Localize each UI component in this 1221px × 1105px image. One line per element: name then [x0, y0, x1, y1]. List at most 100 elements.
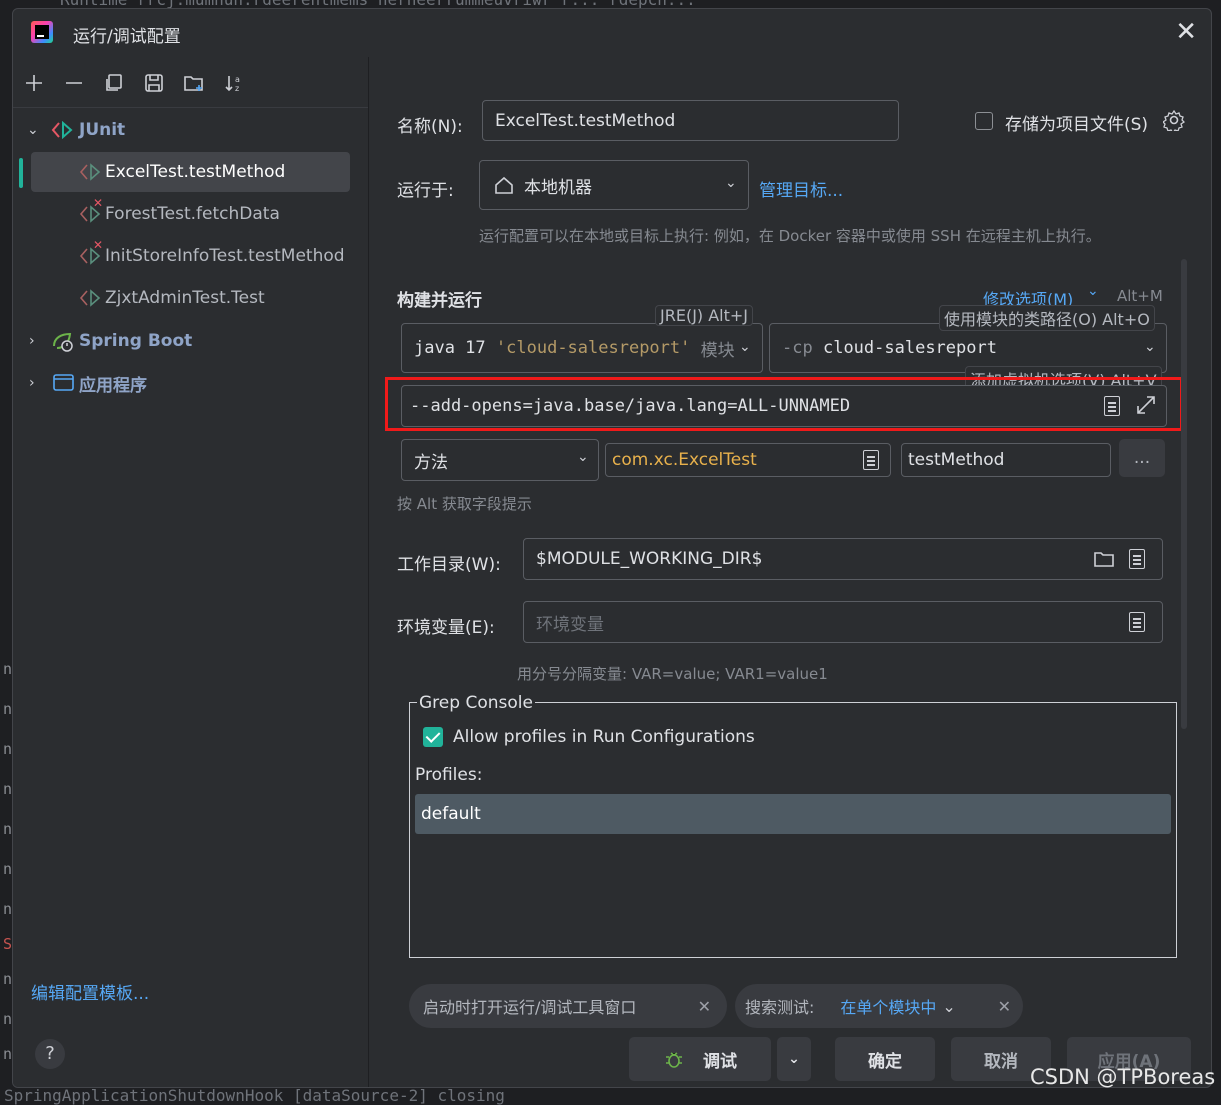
- search-tests-chip[interactable]: 搜索测试: 在单个模块中 ⌄ ✕: [735, 984, 1023, 1028]
- macros-icon[interactable]: [1129, 549, 1145, 569]
- chevron-down-icon[interactable]: ⌄: [942, 997, 955, 1016]
- classpath-value: cloud-salesreport: [822, 338, 997, 358]
- intellij-app-icon: [31, 21, 53, 43]
- test-class-input[interactable]: com.xc.ExcelTest: [605, 443, 891, 477]
- test-method-input[interactable]: testMethod: [901, 443, 1111, 477]
- modify-options-shortcut: Alt+M: [1117, 287, 1163, 305]
- background-code-bottom: SpringApplicationShutdownHook [dataSourc…: [4, 1086, 505, 1105]
- ok-button[interactable]: 确定: [835, 1037, 935, 1081]
- chevron-right-icon[interactable]: ›: [29, 375, 35, 391]
- spring-boot-icon: [53, 332, 73, 352]
- search-tests-value[interactable]: 在单个模块中: [840, 994, 936, 1018]
- tree-group-spring-boot-label: Spring Boot: [79, 331, 193, 351]
- jre-suffix: 模块: [700, 340, 735, 361]
- chevron-down-icon[interactable]: ⌄: [27, 122, 39, 138]
- tree-group-junit[interactable]: ⌄ JUnit: [13, 110, 368, 150]
- chevron-down-icon[interactable]: ⌄: [1087, 283, 1099, 299]
- search-tests-label: 搜索测试:: [745, 998, 815, 1017]
- new-folder-icon[interactable]: [181, 70, 207, 96]
- tree-group-junit-label: JUnit: [79, 120, 126, 140]
- home-icon: [495, 176, 513, 194]
- tree-item-label: ExcelTest.testMethod: [105, 162, 286, 182]
- chip-label: 启动时打开运行/调试工具窗口: [423, 998, 637, 1017]
- close-icon[interactable]: ✕: [998, 997, 1011, 1016]
- error-mark-icon: ✕: [93, 196, 104, 210]
- copy-icon[interactable]: [101, 70, 127, 96]
- selection-marker: [19, 158, 23, 188]
- tree-item-initstoreinfotest[interactable]: ✕ InitStoreInfoTest.testMethod: [13, 236, 368, 276]
- list-item[interactable]: default: [415, 794, 1171, 834]
- remove-icon[interactable]: [61, 70, 87, 96]
- svg-text:z: z: [235, 84, 239, 93]
- application-icon: [53, 374, 74, 391]
- watermark: CSDN @TPBoreas: [1030, 1065, 1216, 1089]
- config-toolbar: az: [21, 69, 247, 97]
- tree-item-label: InitStoreInfoTest.testMethod: [105, 246, 345, 266]
- close-icon[interactable]: ✕: [1175, 19, 1197, 45]
- build-run-title: 构建并运行: [397, 291, 482, 311]
- env-label: 环境变量(E):: [397, 618, 495, 638]
- save-icon[interactable]: [141, 70, 167, 96]
- jre-module: 'cloud-salesreport': [495, 338, 691, 358]
- chevron-down-icon: ⌄: [788, 1051, 800, 1067]
- scrollbar[interactable]: [1181, 259, 1187, 729]
- store-project-label: 存储为项目文件(S): [1005, 115, 1149, 135]
- workdir-input[interactable]: $MODULE_WORKING_DIR$: [523, 538, 1163, 580]
- run-on-value: 本地机器: [524, 177, 592, 198]
- run-on-hint: 运行配置可以在本地或目标上执行: 例如，在 Docker 容器中或使用 SSH …: [479, 227, 1101, 245]
- tree-group-application-label: 应用程序: [79, 375, 147, 396]
- tree-group-application[interactable]: › 应用程序: [13, 363, 368, 403]
- jre-select[interactable]: java 17 'cloud-salesreport' 模块: [401, 323, 763, 373]
- env-edit-icon[interactable]: [1129, 612, 1145, 632]
- add-icon[interactable]: [21, 70, 47, 96]
- edit-config-templates-link[interactable]: 编辑配置模板...: [31, 979, 149, 1004]
- tree-item-label: ForestTest.fetchData: [105, 204, 280, 224]
- tree-item-exceltest[interactable]: ExcelTest.testMethod: [13, 152, 368, 192]
- gear-icon[interactable]: [1163, 109, 1185, 131]
- tree-item-zjxtadmintest[interactable]: ZjxtAdminTest.Test: [13, 278, 368, 318]
- close-icon[interactable]: ✕: [698, 997, 711, 1016]
- classpath-prefix: -cp: [782, 338, 813, 358]
- svg-text:a: a: [235, 75, 240, 84]
- profiles-label: Profiles:: [415, 765, 483, 785]
- folder-icon[interactable]: [1093, 549, 1115, 569]
- chevron-down-icon: ⌄: [577, 449, 589, 465]
- name-input[interactable]: ExcelTest.testMethod: [482, 100, 899, 141]
- debug-button-label: 调试: [703, 1051, 737, 1072]
- name-label: 名称(N):: [397, 117, 463, 137]
- more-button[interactable]: ...: [1119, 439, 1165, 477]
- profiles-list[interactable]: default: [413, 793, 1173, 953]
- env-hint: 用分号分隔变量: VAR=value; VAR1=value1: [517, 665, 828, 683]
- run-debug-config-dialog: 运行/调试配置 ✕ az ⌄ JUnit ExcelTest.testMetho…: [12, 8, 1212, 1088]
- run-on-label: 运行于:: [397, 181, 454, 201]
- grep-console-title: Grep Console: [417, 693, 535, 713]
- help-button[interactable]: ?: [35, 1039, 65, 1069]
- chevron-down-icon: ⌄: [1144, 339, 1156, 355]
- error-mark-icon: ✕: [93, 238, 104, 252]
- dialog-title: 运行/调试配置: [73, 27, 181, 47]
- bug-icon: [666, 1052, 682, 1068]
- manage-targets-link[interactable]: 管理目标...: [759, 176, 843, 201]
- store-project-checkbox[interactable]: [975, 112, 993, 130]
- config-form-panel: 名称(N): ExcelTest.testMethod 存储为项目文件(S) 运…: [369, 57, 1211, 1087]
- debug-dropdown-button[interactable]: ⌄: [777, 1037, 811, 1081]
- highlight-frame: [385, 377, 1183, 431]
- junit-test-icon: [79, 289, 101, 307]
- tree-group-spring-boot[interactable]: › Spring Boot: [13, 321, 368, 361]
- debug-button[interactable]: 调试: [629, 1037, 771, 1081]
- toolbar-separator: [13, 107, 368, 108]
- tree-item-foresttest[interactable]: ✕ ForestTest.fetchData: [13, 194, 368, 234]
- junit-test-icon: [79, 163, 101, 181]
- open-tool-window-chip[interactable]: 启动时打开运行/调试工具窗口 ✕: [409, 984, 727, 1028]
- env-input[interactable]: 环境变量: [523, 601, 1163, 643]
- test-kind-select[interactable]: 方法: [401, 439, 599, 481]
- run-on-select[interactable]: 本地机器: [479, 160, 749, 210]
- chevron-right-icon[interactable]: ›: [29, 333, 35, 349]
- classpath-tooltip: 使用模块的类路径(O) Alt+O: [939, 305, 1155, 331]
- tree-item-label: ZjxtAdminTest.Test: [105, 288, 265, 308]
- jre-version: java 17: [414, 338, 486, 358]
- allow-profiles-checkbox[interactable]: [423, 727, 443, 747]
- junit-icon: [51, 121, 73, 139]
- sort-icon[interactable]: az: [221, 70, 247, 96]
- browse-class-icon[interactable]: [863, 450, 879, 470]
